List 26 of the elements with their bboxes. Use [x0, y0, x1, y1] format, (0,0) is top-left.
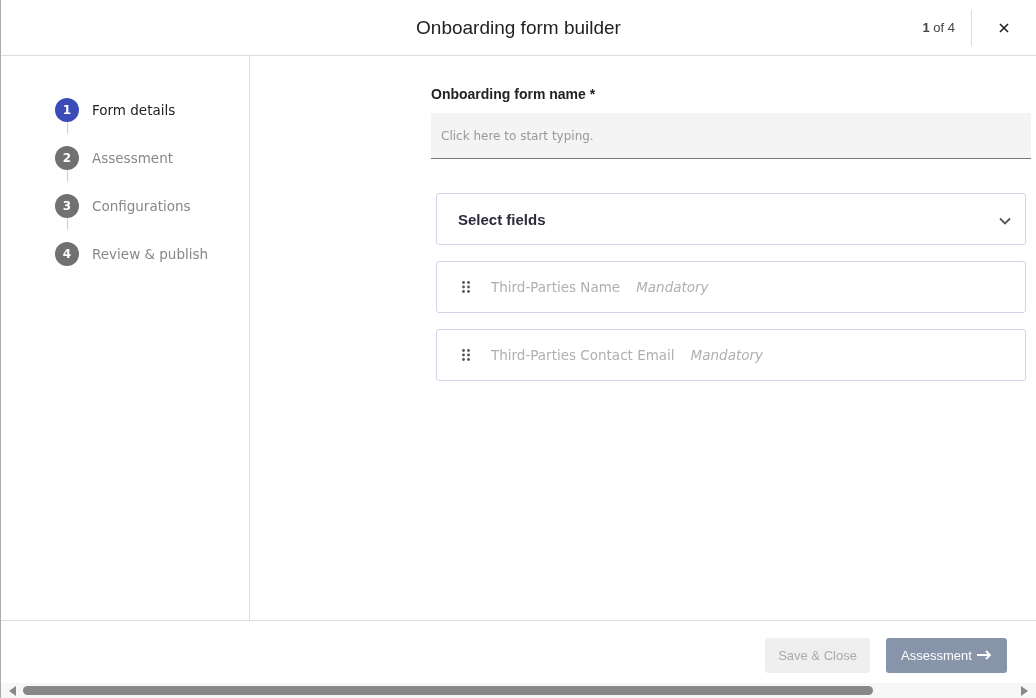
chevron-icon	[999, 217, 1011, 225]
field-name: Third-Parties Contact Email	[491, 347, 675, 363]
window-title: Onboarding form builder	[416, 16, 621, 39]
step-number: 4	[55, 242, 79, 266]
page-counter: 1 of 4	[922, 9, 972, 46]
mandatory-tag: Mandatory	[636, 279, 709, 295]
step-label[interactable]: Review & publish	[92, 242, 209, 266]
drag-handle-icon[interactable]	[462, 281, 470, 293]
step-label[interactable]: Configurations	[92, 194, 191, 218]
scroll-right-icon[interactable]	[1020, 685, 1028, 696]
field-name: Third-Parties Name	[491, 279, 621, 295]
select-fields-dropdown[interactable]: Select fields	[436, 193, 1026, 245]
drag-handle-icon[interactable]	[462, 349, 470, 361]
step-label[interactable]: Assessment	[92, 146, 173, 170]
step-number: 2	[55, 146, 79, 170]
mandatory-tag: Mandatory	[690, 347, 764, 363]
close-icon	[999, 22, 1009, 33]
scroll-left-icon[interactable]	[9, 685, 17, 696]
step-number: 1	[55, 98, 79, 122]
step-number: 3	[55, 194, 79, 218]
scrollbar-thumb[interactable]	[23, 686, 873, 695]
form-name-input[interactable]: Click here to start typing.	[431, 113, 1031, 159]
arrow-right-icon	[976, 650, 992, 660]
step-label[interactable]: Form details	[92, 98, 176, 122]
next-button[interactable]: Assessment	[886, 637, 1007, 673]
field-label: Onboarding form name *	[431, 86, 597, 104]
